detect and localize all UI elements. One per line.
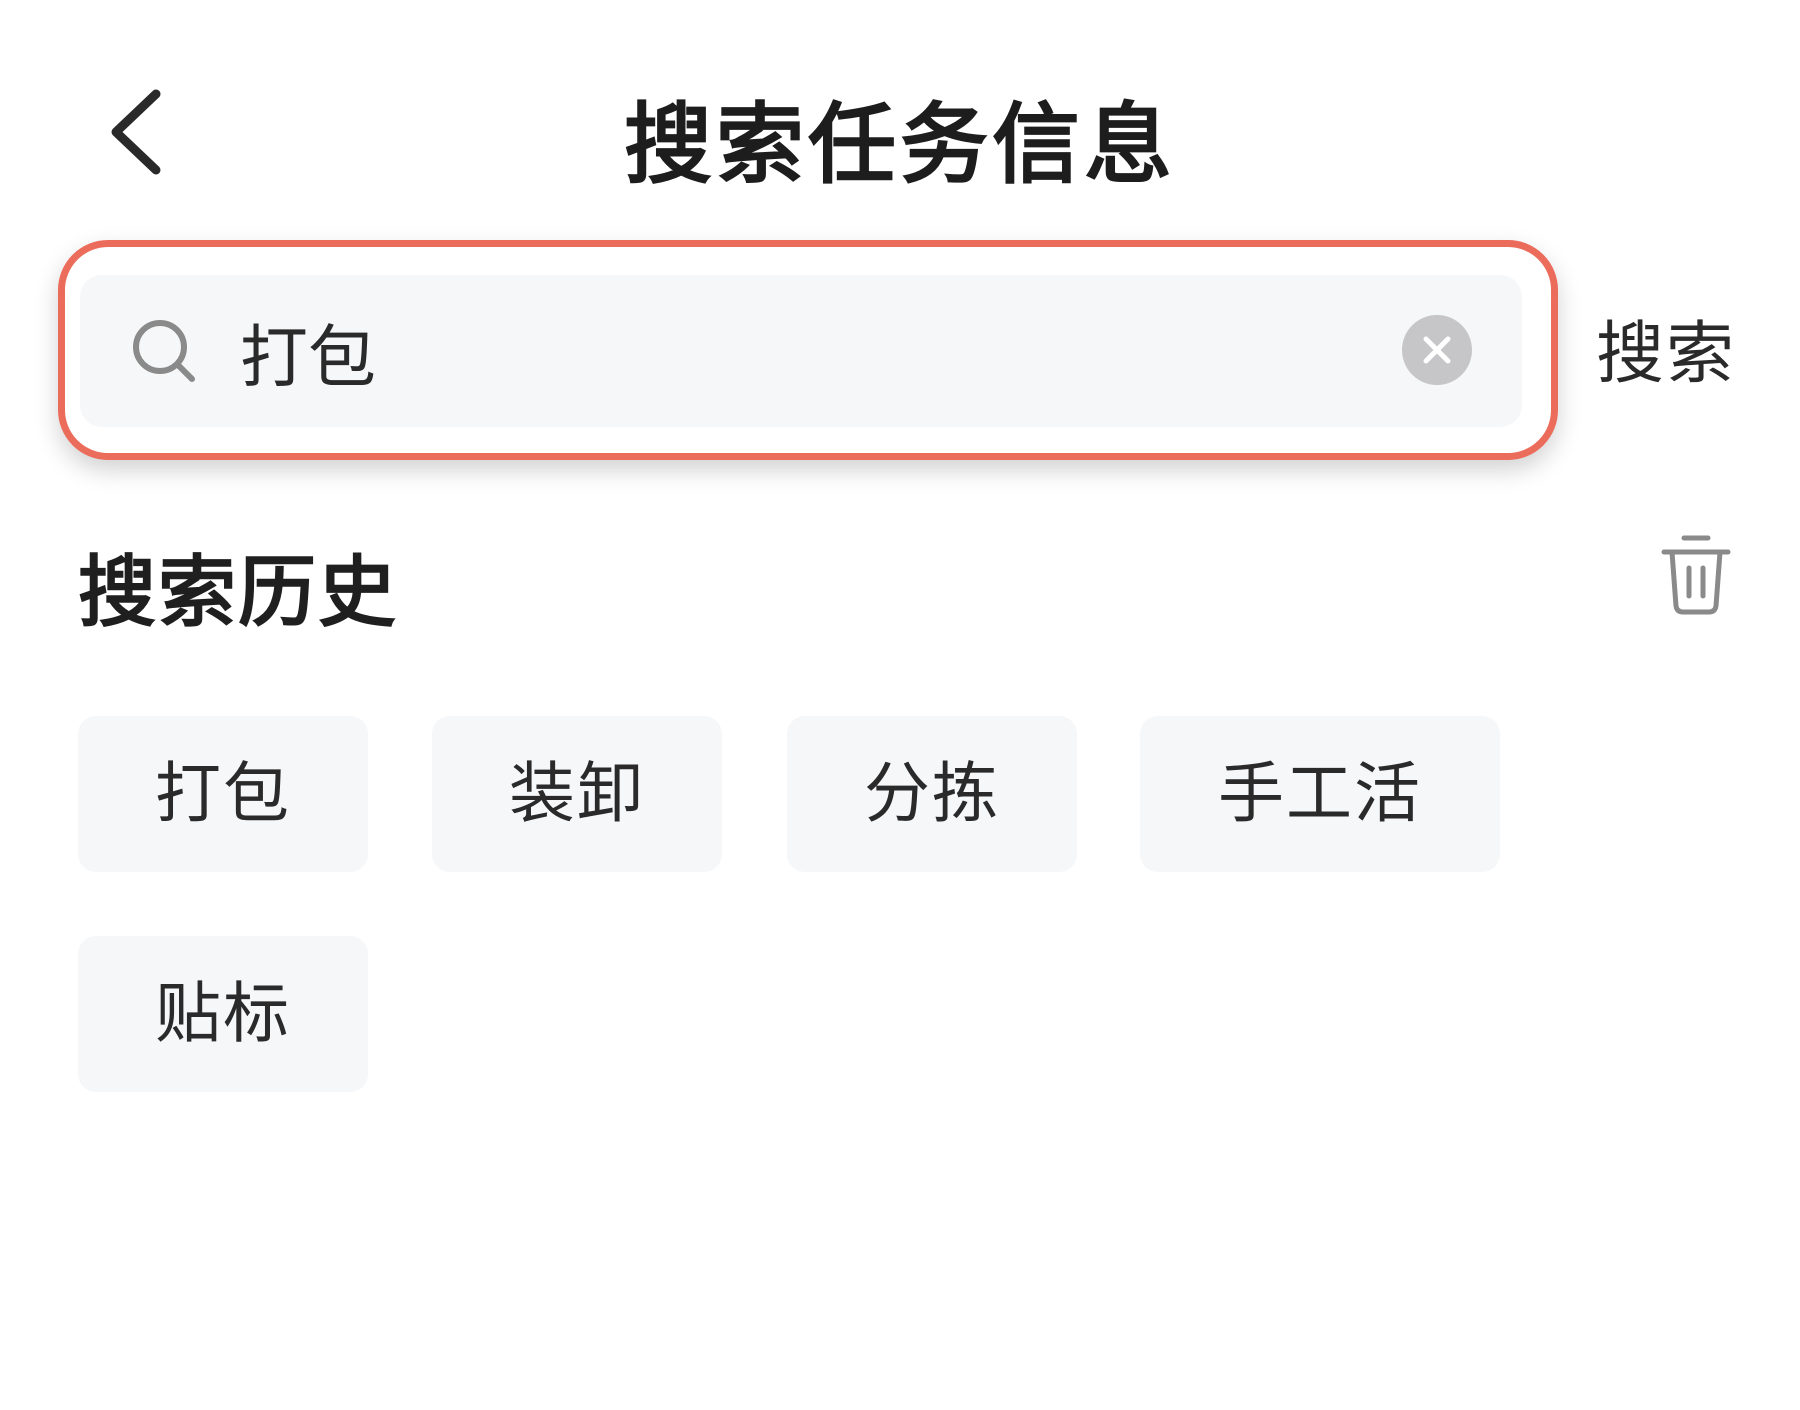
history-chip-labeling[interactable]: 贴标 — [78, 936, 368, 1092]
history-chip-handwork[interactable]: 手工活 — [1140, 716, 1500, 872]
history-chip-load-unload[interactable]: 装卸 — [432, 716, 722, 872]
search-input[interactable] — [240, 293, 1340, 409]
history-chip-pack[interactable]: 打包 — [78, 716, 368, 872]
search-button[interactable]: 搜索 — [1596, 300, 1736, 410]
trash-icon — [1661, 535, 1731, 615]
search-history-title: 搜索历史 — [78, 548, 399, 638]
clear-button[interactable] — [1402, 315, 1472, 385]
search-icon — [133, 320, 195, 382]
search-bar[interactable] — [80, 275, 1522, 427]
history-chip-sort[interactable]: 分拣 — [787, 716, 1077, 872]
clear-history-button[interactable] — [1656, 530, 1736, 620]
page-title: 搜索任务信息 — [623, 93, 1176, 196]
clear-circle-icon — [1423, 336, 1451, 364]
